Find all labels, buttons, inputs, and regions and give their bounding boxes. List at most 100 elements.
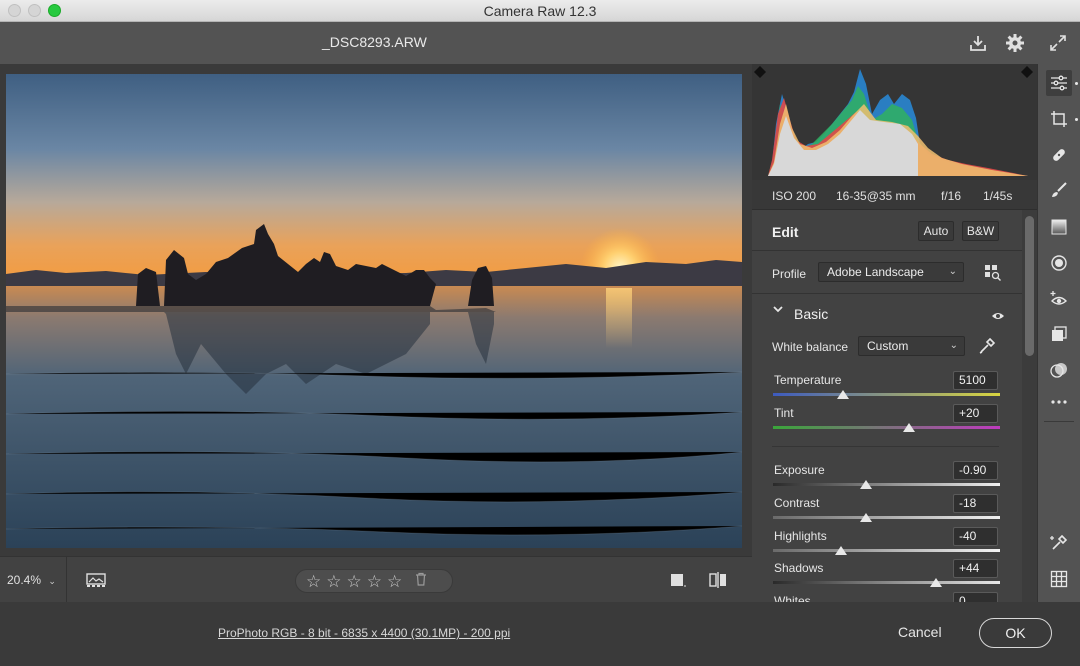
histogram[interactable] [752,64,1037,180]
snapshots-icon[interactable] [1046,321,1072,347]
image-toolbar: 20.4% ⌄ ☆ ☆ ☆ ☆ ☆ [0,556,752,603]
image-preview-area[interactable] [0,64,752,556]
fullscreen-icon[interactable] [1046,31,1070,55]
highlights-value[interactable]: -40 [953,527,998,546]
white-balance-value: Custom [867,339,909,353]
edit-sliders-icon[interactable] [1046,70,1072,96]
chevron-down-icon: ⌄ [949,340,958,351]
ok-button[interactable]: OK [979,618,1052,648]
sunset-photo [6,74,742,548]
edit-title: Edit [772,224,799,240]
exposure-track[interactable] [773,483,1000,486]
shadows-thumb[interactable] [930,578,943,587]
edit-panel: ISO 200 16-35@35 mm f/16 1/45s Edit Auto… [752,64,1037,602]
star-5-icon[interactable]: ☆ [387,573,402,590]
shutter-value: 1/45s [983,189,1013,203]
iso-value: ISO 200 [772,189,817,203]
panel-scrollbar[interactable] [1022,210,1037,602]
shadows-track[interactable] [773,581,1000,584]
workflow-options-link[interactable]: ProPhoto RGB - 8 bit - 6835 x 4400 (30.1… [218,626,510,640]
highlights-thumb[interactable] [835,546,848,555]
footer-bar: ProPhoto RGB - 8 bit - 6835 x 4400 (30.1… [0,602,1080,666]
crop-icon[interactable] [1046,106,1072,132]
close-window-button[interactable] [8,4,21,17]
title-bar: Camera Raw 12.3 [0,0,1080,22]
temperature-track[interactable] [773,393,1000,396]
lens-value: 16-35@35 mm [836,189,916,203]
aperture-value: f/16 [941,189,962,203]
auto-button[interactable]: Auto [918,221,954,241]
highlights-track[interactable] [773,549,1000,552]
shadows-value[interactable]: +44 [953,559,998,578]
chevron-down-icon [772,303,784,318]
eye-icon[interactable] [991,308,1005,326]
whites-label: Whites [774,594,811,602]
white-balance-select[interactable]: Custom ⌄ [858,336,965,356]
profile-label: Profile [772,267,807,281]
camera-raw-window: Camera Raw 12.3 _DSC8293.ARW 20.4% ⌄ ☆ ☆… [0,0,1080,666]
trash-icon[interactable] [415,572,427,591]
presets-icon[interactable] [1046,357,1072,383]
tint-track[interactable] [773,426,1000,429]
star-1-icon[interactable]: ☆ [306,573,321,590]
active-tool-indicator [1075,82,1078,85]
temperature-value[interactable]: 5100 [953,371,998,390]
exposure-label: Exposure [774,463,825,477]
contrast-thumb[interactable] [860,513,873,522]
camera-info-bar: ISO 200 16-35@35 mm f/16 1/45s [752,180,1037,210]
window-title: Camera Raw 12.3 [483,3,597,19]
tint-thumb[interactable] [903,423,916,432]
edit-header: Edit Auto B&W [752,211,1022,251]
color-sampler-icon[interactable] [1046,530,1072,556]
tint-value[interactable]: +20 [953,404,998,423]
star-4-icon[interactable]: ☆ [367,573,382,590]
zoom-level: 20.4% [7,573,42,587]
contrast-track[interactable] [773,516,1000,519]
basic-section-title: Basic [794,306,829,322]
minimize-window-button[interactable] [28,4,41,17]
chevron-down-icon: ⌄ [948,266,957,277]
white-balance-label: White balance [772,340,849,354]
profile-select[interactable]: Adobe Landscape ⌄ [818,262,964,282]
contrast-value[interactable]: -18 [953,494,998,513]
brush-icon[interactable] [1046,177,1072,203]
divider [772,446,999,447]
profile-browser-icon[interactable] [984,264,1002,287]
before-after-icon[interactable] [708,571,728,594]
tool-strip [1037,64,1080,602]
exposure-value[interactable]: -0.90 [953,461,998,480]
divider [1044,421,1074,422]
save-image-icon[interactable] [966,31,990,55]
red-eye-icon[interactable] [1046,286,1072,312]
radial-filter-icon[interactable] [1046,250,1072,276]
more-icon[interactable] [1046,389,1072,415]
gear-icon[interactable] [1003,31,1027,55]
basic-section-header[interactable]: Basic [752,300,1022,328]
grid-icon[interactable] [1046,566,1072,592]
chevron-down-icon: ⌄ [48,576,56,586]
panel-scrollbar-thumb[interactable] [1025,216,1034,356]
graduated-filter-icon[interactable] [1046,214,1072,240]
view-mode-icon[interactable] [670,572,686,593]
profile-row: Profile Adobe Landscape ⌄ [752,252,1022,294]
star-3-icon[interactable]: ☆ [347,573,362,590]
photo-preview[interactable] [6,74,742,548]
temperature-thumb[interactable] [837,390,850,399]
star-2-icon[interactable]: ☆ [326,573,341,590]
maximize-window-button[interactable] [48,4,61,17]
whites-value[interactable]: 0 [953,592,998,602]
contrast-label: Contrast [774,496,820,510]
shadows-label: Shadows [774,561,824,575]
temperature-label: Temperature [774,373,842,387]
healing-icon[interactable] [1046,142,1072,168]
filmstrip-icon[interactable] [86,571,108,594]
tool-indicator [1075,118,1078,121]
cancel-button[interactable]: Cancel [898,624,942,640]
highlights-label: Highlights [774,529,827,543]
file-name: _DSC8293.ARW [322,34,427,50]
exposure-thumb[interactable] [860,480,873,489]
bw-button[interactable]: B&W [962,221,999,241]
eyedropper-icon[interactable] [978,337,996,360]
tint-label: Tint [774,406,794,420]
zoom-level-dropdown[interactable]: 20.4% ⌄ [7,573,56,587]
